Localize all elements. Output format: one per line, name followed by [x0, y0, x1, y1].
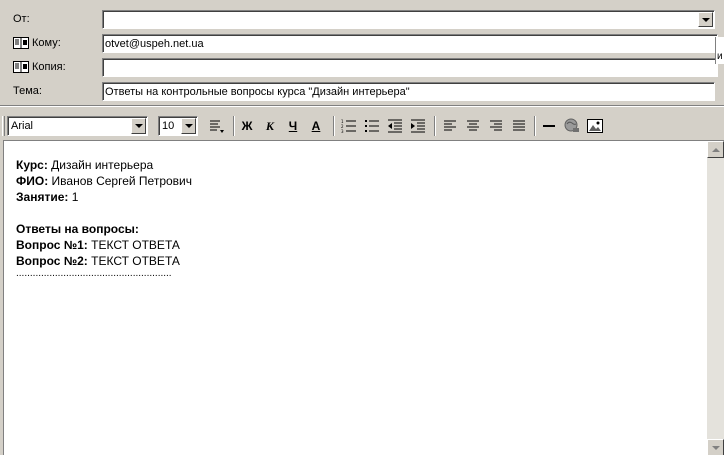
message-body-editor[interactable]: Курс: Дизайн интерьера ФИО: Иванов Серге… [3, 140, 724, 455]
question-1-line: Вопрос №1: ТЕКСТ ОТВЕТА [16, 237, 192, 253]
toolbar-separator [233, 116, 235, 136]
font-color-label: А [311, 119, 321, 133]
font-color-button[interactable]: А [305, 115, 327, 137]
increase-indent-icon [411, 119, 425, 133]
chevron-down-icon [184, 124, 193, 128]
question-2-label: Вопрос №2: [16, 254, 88, 268]
cc-label: Копия: [32, 61, 66, 73]
overflow-char: и [717, 51, 723, 62]
to-label: Кому: [32, 37, 61, 49]
chevron-down-icon [701, 17, 710, 22]
dotted-line: ........................................… [16, 268, 172, 279]
question-2-value: ТЕКСТ ОТВЕТА [87, 254, 180, 268]
chevron-down-icon [134, 124, 143, 128]
italic-button[interactable]: К [259, 115, 281, 137]
scroll-down-button[interactable] [707, 439, 724, 455]
book-icon [13, 61, 29, 73]
question-1-label: Вопрос №1: [16, 238, 88, 252]
vertical-scrollbar[interactable] [707, 141, 724, 455]
font-size-dropdown[interactable] [181, 118, 196, 134]
align-left-icon [444, 120, 456, 131]
numbered-list-icon: 123 [341, 119, 356, 133]
lesson-line: Занятие: 1 [16, 189, 192, 205]
name-value: Иванов Сергей Петрович [48, 174, 192, 188]
cc-button[interactable]: Копия: [13, 61, 66, 73]
question-1-value: ТЕКСТ ОТВЕТА [87, 238, 180, 252]
horizontal-line-icon [543, 125, 555, 127]
decrease-indent-icon [388, 119, 402, 133]
cc-row: Копия: [0, 56, 724, 80]
align-center-icon [467, 120, 479, 131]
cc-field[interactable] [102, 58, 718, 77]
course-line: Курс: Дизайн интерьера [16, 157, 192, 173]
address-overflow[interactable]: и [715, 37, 724, 64]
from-dropdown-button[interactable] [698, 12, 713, 27]
answers-heading: Ответы на вопросы: [16, 222, 139, 236]
subject-row: Тема: Ответы на контрольные вопросы курс… [0, 80, 724, 104]
name-label: ФИО: [16, 174, 49, 188]
from-label: От: [13, 13, 30, 25]
course-value: Дизайн интерьера [47, 158, 154, 172]
book-icon [13, 37, 29, 49]
align-left-button[interactable] [439, 115, 461, 137]
underline-label: Ч [288, 119, 298, 133]
lesson-value: 1 [68, 190, 79, 204]
course-label: Курс: [16, 158, 48, 172]
chevron-up-icon [711, 147, 720, 152]
align-right-button[interactable] [485, 115, 507, 137]
to-row: Кому: otvet@uspeh.net.ua [0, 32, 724, 56]
to-button[interactable]: Кому: [13, 37, 61, 49]
font-name-dropdown[interactable] [131, 118, 146, 134]
format-toolbar: Arial 10 Ж К Ч А 123 [0, 112, 724, 138]
name-line: ФИО: Иванов Сергей Петрович [16, 173, 192, 189]
font-name-select[interactable]: Arial [7, 116, 148, 136]
bold-label: Ж [241, 119, 253, 133]
justify-icon [513, 120, 525, 131]
subject-field[interactable]: Ответы на контрольные вопросы курса "Диз… [102, 82, 715, 101]
numbered-list-button[interactable]: 123 [338, 115, 360, 137]
scroll-up-button[interactable] [707, 141, 724, 158]
paragraph-style-icon [210, 120, 224, 133]
insert-picture-icon [587, 119, 603, 133]
increase-indent-button[interactable] [407, 115, 429, 137]
lesson-label: Занятие: [16, 190, 69, 204]
horizontal-line-button[interactable] [538, 115, 560, 137]
paragraph-style-button[interactable] [206, 115, 228, 137]
underline-button[interactable]: Ч [282, 115, 304, 137]
bullet-list-button[interactable] [361, 115, 383, 137]
insert-picture-button[interactable] [584, 115, 606, 137]
toolbar-separator [534, 116, 536, 136]
bullet-list-icon [365, 120, 379, 132]
message-body: Курс: Дизайн интерьера ФИО: Иванов Серге… [16, 157, 192, 285]
font-size-select[interactable]: 10 [158, 116, 198, 136]
question-2-line: Вопрос №2: ТЕКСТ ОТВЕТА [16, 253, 192, 269]
chevron-down-icon [711, 445, 720, 450]
answers-heading-line: Ответы на вопросы: [16, 221, 192, 237]
toolbar-separator [333, 116, 335, 136]
align-right-icon [490, 120, 502, 131]
toolbar-grip[interactable] [2, 116, 5, 136]
justify-button[interactable] [508, 115, 530, 137]
from-select[interactable] [102, 10, 715, 29]
subject-label: Тема: [13, 85, 42, 97]
header-separator [0, 105, 724, 107]
bold-button[interactable]: Ж [236, 115, 258, 137]
hyperlink-button[interactable] [561, 115, 583, 137]
from-row: От: [0, 8, 724, 32]
font-size-value: 10 [162, 120, 175, 132]
font-name-value: Arial [11, 120, 34, 132]
toolbar-separator [434, 116, 436, 136]
italic-label: К [265, 118, 275, 133]
svg-text:3: 3 [341, 129, 344, 133]
to-field[interactable]: otvet@uspeh.net.ua [102, 34, 718, 53]
hyperlink-icon [564, 118, 579, 132]
align-center-button[interactable] [462, 115, 484, 137]
decrease-indent-button[interactable] [384, 115, 406, 137]
